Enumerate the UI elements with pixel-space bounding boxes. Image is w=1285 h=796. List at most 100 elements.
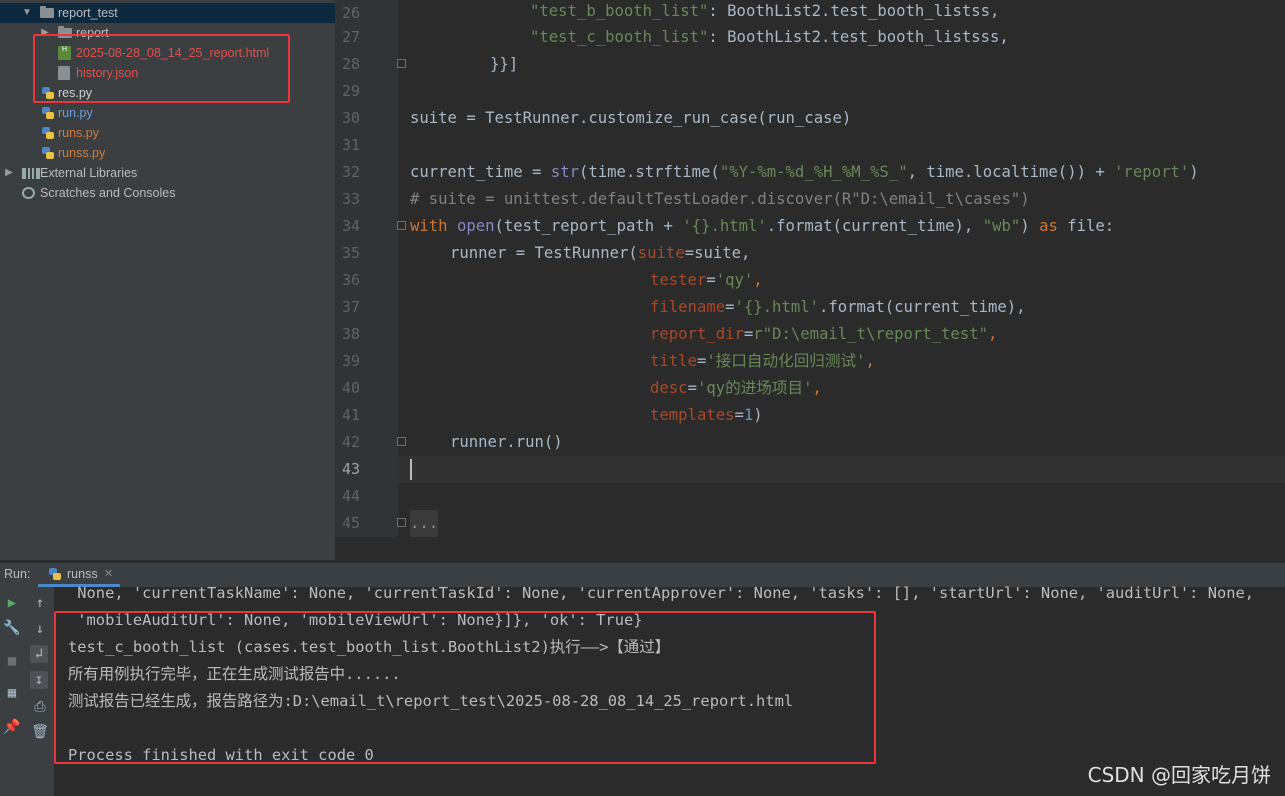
line-number: 44 [341, 487, 360, 505]
line-number: 26 [341, 4, 360, 22]
code-line-32: current_time = str(time.strftime("%Y-%m-… [410, 163, 1199, 181]
line-number: 38 [341, 325, 360, 343]
layout-icon[interactable]: ▦ [3, 684, 21, 702]
line-number: 35 [341, 244, 360, 262]
console-line: test_c_booth_list (cases.test_booth_list… [68, 638, 670, 656]
code-line-41: templates=1) [650, 406, 763, 424]
code-line-33: # suite = unittest.defaultTestLoader.dis… [410, 190, 1030, 208]
stop-icon[interactable]: ■ [3, 652, 21, 670]
pin-icon[interactable]: 📌 [3, 718, 21, 736]
html-file-icon: H [58, 46, 71, 60]
tree-label: External Libraries [40, 166, 138, 180]
code-line-34: with open(test_report_path + '{}.html'.f… [410, 217, 1115, 235]
chevron-down-icon[interactable]: ▼ [22, 3, 32, 23]
line-number: 45 [341, 514, 360, 532]
code-line-30: suite = TestRunner.customize_run_case(ru… [410, 109, 852, 127]
line-number: 34 [341, 217, 360, 235]
run-toolbar: ▶ ↑ 🔧 ↓ ■ ↲ ↧ ▦ ⎙ 📌 🗑 [0, 587, 54, 796]
console-line: None, 'currentTaskName': None, 'currentT… [68, 584, 1255, 602]
code-line-37: filename='{}.html'.format(current_time), [650, 298, 1026, 316]
line-number: 29 [341, 82, 360, 100]
tree-label: report_test [58, 6, 118, 20]
current-line-highlight [398, 456, 1285, 483]
code-line-42: runner.run() [450, 433, 563, 451]
line-number: 28 [341, 55, 360, 73]
code-editor[interactable]: 26 27 28 29 30 31 32 33 34 35 36 37 38 3… [335, 0, 1285, 537]
tree-folder-report-test[interactable]: ▼ report_test [0, 3, 335, 23]
tree-file-runs-py[interactable]: runs.py [0, 123, 335, 143]
line-number: 42 [341, 433, 360, 451]
tree-label: runs.py [58, 126, 99, 140]
line-number: 31 [341, 136, 360, 154]
tree-scratches[interactable]: Scratches and Consoles [0, 183, 335, 203]
tree-label: runss.py [58, 146, 106, 160]
tree-label: Scratches and Consoles [40, 186, 176, 200]
line-number: 40 [341, 379, 360, 397]
python-file-icon [42, 87, 54, 99]
console-line: Process finished with exit code 0 [68, 746, 374, 764]
console-line: 'mobileAuditUrl': None, 'mobileViewUrl':… [68, 611, 643, 629]
folder-icon [58, 26, 72, 38]
chevron-right-icon[interactable]: ▶ [40, 23, 50, 43]
tree-file-run-py[interactable]: run.py [0, 103, 335, 123]
json-file-icon [58, 66, 70, 80]
line-number: 39 [341, 352, 360, 370]
watermark: CSDN @回家吃月饼 [1087, 763, 1271, 787]
line-number: 30 [341, 109, 360, 127]
tree-label: 2025-08-28_08_14_25_report.html [76, 46, 270, 60]
text-caret [410, 459, 412, 480]
folder-icon [40, 6, 54, 18]
tree-file-history-json[interactable]: history.json [0, 63, 335, 83]
console-line: 测试报告已经生成，报告路径为:D:\email_t\report_test\20… [68, 692, 794, 710]
rerun-icon[interactable]: ▶ [3, 594, 21, 612]
line-number: 41 [341, 406, 360, 424]
code-line-26: "test_b_booth_list": BoothList2.test_boo… [530, 2, 1000, 20]
code-line-28: }}] [490, 55, 519, 73]
print-icon[interactable]: ⎙ [31, 698, 49, 716]
soft-wrap-icon[interactable]: ↲ [30, 645, 48, 663]
line-number: 33 [341, 190, 360, 208]
trash-icon[interactable]: 🗑 [31, 723, 49, 741]
tree-label: res.py [58, 86, 93, 100]
line-number: 36 [341, 271, 360, 289]
tree-file-report-html[interactable]: H 2025-08-28_08_14_25_report.html [0, 43, 335, 63]
fold-end-icon[interactable] [397, 437, 406, 446]
python-file-icon [42, 107, 54, 119]
console-line: 所有用例执行完毕，正在生成测试报告中...... [68, 665, 401, 683]
scratches-icon [22, 187, 35, 199]
code-line-36: tester='qy', [650, 271, 763, 289]
folded-code-placeholder[interactable]: ... [410, 510, 439, 537]
tree-file-runss-py[interactable]: runss.py [0, 143, 335, 163]
line-number-current: 43 [341, 460, 360, 478]
python-file-icon [49, 568, 61, 580]
line-number: 32 [341, 163, 360, 181]
line-number: 27 [341, 28, 360, 46]
tree-label: history.json [76, 66, 139, 80]
code-line-35: runner = TestRunner(suite=suite, [450, 244, 751, 262]
wrench-icon[interactable]: 🔧 [3, 619, 21, 637]
arrow-down-icon[interactable]: ↓ [31, 620, 49, 638]
python-file-icon [42, 147, 54, 159]
project-panel: ▼ report_test ▶ report H 2025-08-28_08_1… [0, 0, 335, 560]
tree-file-res-py[interactable]: res.py [0, 83, 335, 103]
run-label: Run: [4, 567, 31, 581]
arrow-up-icon[interactable]: ↑ [31, 594, 49, 612]
tree-external-libraries[interactable]: ▶ External Libraries [0, 163, 335, 183]
fold-end-icon[interactable] [397, 59, 406, 68]
fold-expand-icon[interactable] [397, 518, 406, 527]
code-line-27: "test_c_booth_list": BoothList2.test_boo… [530, 28, 1009, 46]
chevron-right-icon[interactable]: ▶ [4, 163, 14, 183]
tree-label: run.py [58, 106, 93, 120]
code-line-40: desc='qy的进场项目', [650, 379, 822, 397]
line-number: 37 [341, 298, 360, 316]
fold-start-icon[interactable] [397, 221, 406, 230]
library-icon [22, 168, 40, 179]
code-line-39: title='接口自动化回归测试', [650, 352, 875, 370]
run-tab-label: runss [67, 567, 98, 581]
python-file-icon [42, 127, 54, 139]
close-icon[interactable]: ✕ [104, 567, 113, 580]
scroll-to-end-icon[interactable]: ↧ [30, 671, 48, 689]
code-line-38: report_dir=r"D:\email_t\report_test", [650, 325, 998, 343]
tree-folder-report[interactable]: ▶ report [0, 23, 335, 43]
tree-label: report [76, 26, 109, 40]
